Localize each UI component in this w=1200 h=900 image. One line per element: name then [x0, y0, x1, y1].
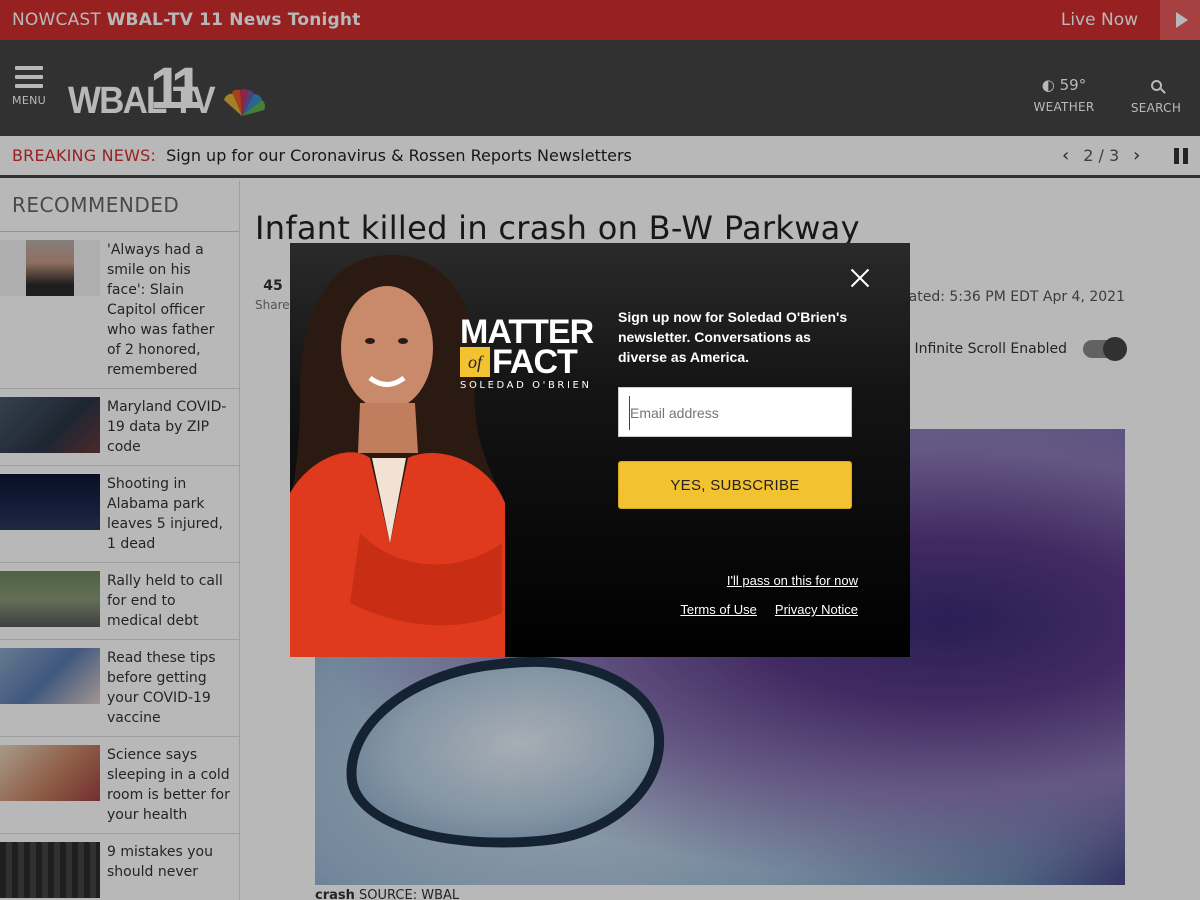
- email-field[interactable]: [629, 396, 841, 430]
- terms-link[interactable]: Terms of Use: [680, 602, 757, 617]
- signup-prompt: Sign up now for Soledad O'Brien's newsle…: [618, 309, 848, 365]
- matter-of-fact-logo: MATTER of FACT SOLEDAD O'BRIEN: [460, 315, 605, 391]
- logo-byline: SOLEDAD O'BRIEN: [460, 380, 592, 391]
- legal-links: Terms of Use Privacy Notice: [680, 602, 858, 617]
- email-field-wrapper[interactable]: [618, 387, 852, 437]
- close-icon[interactable]: [850, 268, 870, 288]
- logo-fact: FACT: [492, 343, 578, 381]
- subscribe-button[interactable]: YES, SUBSCRIBE: [618, 461, 852, 509]
- logo-of: of: [460, 347, 490, 377]
- newsletter-modal: MATTER of FACT SOLEDAD O'BRIEN Sign up n…: [290, 243, 910, 657]
- soledad-portrait: [290, 255, 505, 657]
- pass-link[interactable]: I'll pass on this for now: [727, 573, 858, 588]
- privacy-link[interactable]: Privacy Notice: [775, 602, 858, 617]
